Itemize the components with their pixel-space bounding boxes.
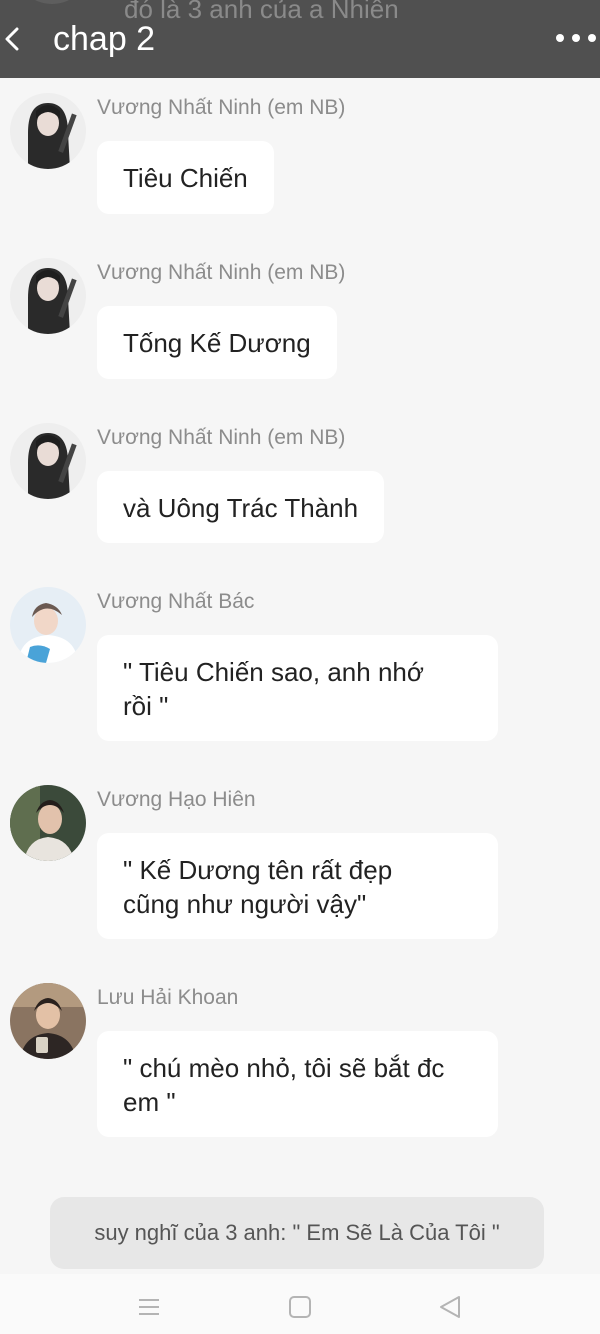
sender-name: Vương Nhất Ninh (em NB) <box>97 261 346 284</box>
anime-girl-avatar[interactable] <box>10 258 86 334</box>
back-chevron-icon <box>5 27 19 51</box>
message-line: " Tiêu Chiến sao, anh nhớ <box>123 657 424 687</box>
message-bubble[interactable]: " Tiêu Chiến sao, anh nhớ rồi " <box>97 635 498 741</box>
sender-name: Vương Hạo Hiên <box>97 788 256 811</box>
more-dots-icon <box>556 34 564 42</box>
message-bubble[interactable]: Tiêu Chiến <box>97 141 274 214</box>
message-line: cũng như người vậy" <box>123 889 367 919</box>
message-line: em " <box>123 1087 176 1117</box>
more-options-button[interactable] <box>556 26 596 50</box>
boy-outdoor-avatar[interactable] <box>10 785 86 861</box>
sender-name: Lưu Hải Khoan <box>97 986 239 1009</box>
boy-cafe-avatar[interactable] <box>10 983 86 1059</box>
narration-note: suy nghĩ của 3 anh: " Em Sẽ Là Của Tôi " <box>50 1197 544 1269</box>
boy-white-shirt-avatar[interactable] <box>10 587 86 663</box>
anime-girl-avatar[interactable] <box>10 423 86 499</box>
sender-name: Vương Nhất Bác <box>97 590 255 613</box>
message-line: " chú mèo nhỏ, tôi sẽ bắt đc <box>123 1053 445 1083</box>
page-title: chap 2 <box>53 20 156 58</box>
top-bar: đó là 3 anh của a Nhiên chap 2 <box>0 0 600 78</box>
menu-icon[interactable] <box>136 1294 162 1320</box>
sender-name: Vương Nhất Ninh (em NB) <box>97 96 346 119</box>
back-triangle-icon[interactable] <box>437 1294 463 1320</box>
home-square-icon[interactable] <box>287 1294 313 1320</box>
message-line: rồi " <box>123 691 169 721</box>
message-bubble[interactable]: và Uông Trác Thành <box>97 471 385 543</box>
anime-girl-avatar[interactable] <box>10 93 86 169</box>
sender-name: Vương Nhất Ninh (em NB) <box>97 426 346 449</box>
scrolled-avatar <box>14 0 90 4</box>
message-bubble[interactable]: Tống Kế Dương <box>97 306 337 379</box>
message-bubble[interactable]: " chú mèo nhỏ, tôi sẽ bắt đc em " <box>97 1031 498 1137</box>
scrolled-message-preview: đó là 3 anh của a Nhiên <box>124 0 399 24</box>
back-button[interactable] <box>0 22 24 56</box>
message-line: " Kế Dương tên rất đẹp <box>123 855 393 885</box>
message-bubble[interactable]: " Kế Dương tên rất đẹp cũng như người vậ… <box>97 833 498 939</box>
system-navigation-bar <box>0 1274 600 1334</box>
